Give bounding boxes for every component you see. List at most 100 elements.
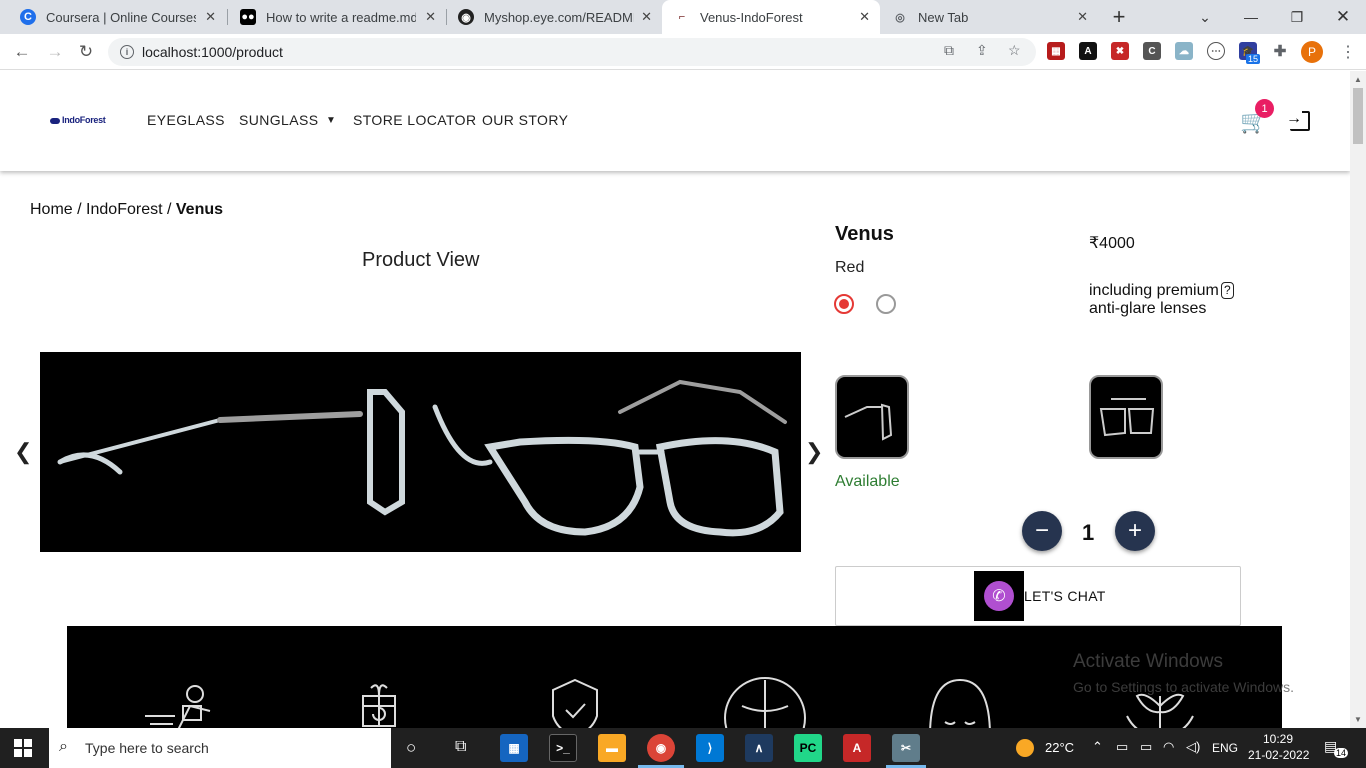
lets-chat-button[interactable]: ✆ LET'S CHAT — [835, 566, 1241, 626]
decrease-quantity-button[interactable]: − — [1022, 511, 1062, 551]
close-icon[interactable]: ✕ — [205, 9, 216, 25]
reload-icon[interactable]: ↻ — [74, 40, 98, 64]
product-name: Venus — [835, 223, 894, 245]
profile-avatar[interactable]: P — [1301, 41, 1323, 63]
product-view-title: Product View — [362, 249, 480, 271]
taskbar-search-box[interactable]: ⌕ Type here to search — [49, 728, 391, 768]
github-icon: ◉ — [458, 9, 474, 25]
pycharm-icon[interactable]: PC — [794, 734, 822, 762]
windows-start-icon[interactable] — [14, 739, 32, 757]
share-icon[interactable]: ⇪ — [976, 42, 988, 59]
tab-coursera[interactable]: C Coursera | Online Courses & Cre ✕ — [8, 0, 226, 34]
extension-icon-3[interactable]: ✖ — [1111, 42, 1129, 60]
tab-github[interactable]: ◉ Myshop.eye.com/README.md at ✕ — [446, 0, 662, 34]
gift-return-icon — [362, 684, 396, 727]
store-icon[interactable]: ▦ — [500, 734, 528, 762]
close-icon[interactable]: ✕ — [425, 9, 436, 25]
nav-store-locator[interactable]: STORE LOCATOR — [353, 112, 476, 128]
product-color: Red — [835, 259, 865, 276]
page-scrollbar[interactable]: ▲ ▼ — [1350, 71, 1366, 728]
puzzle-extensions-icon[interactable]: ✚ — [1271, 42, 1289, 60]
close-window-button[interactable]: ✕ — [1320, 0, 1366, 34]
battery-icon[interactable]: ▭ — [1140, 739, 1152, 755]
breadcrumb: Home / IndoForest / Venus — [30, 201, 224, 218]
product-price: ₹4000 — [1089, 235, 1135, 252]
weather-sun-icon[interactable] — [1016, 739, 1034, 757]
tray-chevron-icon[interactable]: ⌃ — [1092, 739, 1103, 755]
new-tab-button[interactable]: + — [1096, 0, 1142, 34]
bookmark-star-icon[interactable]: ☆ — [1008, 42, 1021, 59]
delivery-icon — [145, 685, 211, 728]
whatsapp-icon: ✆ — [974, 571, 1024, 621]
breadcrumb-brand[interactable]: IndoForest — [86, 201, 162, 218]
forward-arrow-icon[interactable]: → — [43, 40, 67, 64]
color-radio-alt[interactable] — [876, 294, 896, 314]
url-bar[interactable]: i localhost:1000/product — [108, 38, 1036, 66]
nav-eyeglass[interactable]: EYEGLASS — [147, 112, 225, 128]
coursera-icon: C — [20, 9, 36, 25]
help-icon[interactable]: ? — [1220, 282, 1234, 300]
extension-icon-2[interactable]: A — [1079, 42, 1097, 60]
color-radio-red[interactable] — [834, 294, 854, 314]
tab-search-chevron-icon[interactable]: ⌄ — [1182, 0, 1228, 34]
cortana-icon[interactable]: ○ — [406, 738, 416, 758]
matlab-icon[interactable]: ∧ — [745, 734, 773, 762]
site-logo[interactable]: IndoForest — [50, 115, 106, 125]
availability-status: Available — [835, 473, 900, 490]
tab-medium[interactable]: ●● How to write a readme.md file? ( ✕ — [228, 0, 446, 34]
network-tray-icon[interactable]: ▭ — [1116, 739, 1128, 755]
back-arrow-icon[interactable]: ← — [10, 40, 34, 64]
windows-taskbar: ⌕ Type here to search ○ ⧉ ▦ >_ ▬ ◉ ⟩ ∧ P… — [0, 728, 1366, 768]
tab-venus-active[interactable]: ⌐ Venus-IndoForest ✕ — [662, 0, 880, 34]
maximize-button[interactable]: ❐ — [1274, 0, 1320, 34]
product-thumbnail-1[interactable] — [835, 375, 909, 459]
close-icon[interactable]: ✕ — [641, 9, 652, 25]
globe-hands-icon — [724, 677, 806, 728]
open-external-icon[interactable]: ⧉ — [944, 42, 954, 59]
product-thumbnail-2[interactable] — [1089, 375, 1163, 459]
logout-icon[interactable] — [1286, 109, 1310, 131]
carousel-prev-icon[interactable]: ❮ — [14, 439, 32, 465]
product-image-carousel — [40, 352, 801, 552]
chrome-taskbar-icon[interactable]: ◉ — [647, 734, 675, 762]
shield-check-icon — [552, 678, 598, 728]
extension-icon-6[interactable]: ⋯ — [1207, 42, 1225, 60]
extension-icon-4[interactable]: C — [1143, 42, 1161, 60]
quantity-value: 1 — [1082, 520, 1095, 545]
increase-quantity-button[interactable]: + — [1115, 511, 1155, 551]
medium-icon: ●● — [240, 9, 256, 25]
site-header: IndoForest EYEGLASS SUNGLASS ▼ STORE LOC… — [0, 71, 1350, 171]
site-info-icon[interactable]: i — [120, 45, 134, 59]
browser-tabbar: C Coursera | Online Courses & Cre ✕ ●● H… — [0, 0, 1366, 34]
page-viewport: IndoForest EYEGLASS SUNGLASS ▼ STORE LOC… — [0, 71, 1350, 728]
task-view-icon[interactable]: ⧉ — [455, 738, 466, 756]
close-icon[interactable]: ✕ — [859, 9, 870, 25]
minimize-button[interactable]: — — [1228, 0, 1274, 34]
windows-activation-watermark: Activate Windows Go to Settings to activ… — [1073, 651, 1294, 695]
extension-icon-5[interactable]: ☁ — [1175, 42, 1193, 60]
volume-icon[interactable]: ◁) — [1186, 739, 1200, 755]
glasses-favicon: ⌐ — [678, 11, 686, 23]
file-explorer-icon[interactable]: ▬ — [598, 734, 626, 762]
nav-sunglass[interactable]: SUNGLASS — [239, 112, 318, 128]
lens-info: including premium? anti-glare lenses — [1089, 282, 1249, 318]
snipping-tool-icon[interactable]: ✂ — [892, 734, 920, 762]
carousel-next-icon[interactable]: ❯ — [805, 439, 823, 465]
wifi-icon[interactable]: ◠ — [1163, 739, 1174, 755]
chrome-icon: ◎ — [895, 11, 905, 24]
search-icon: ⌕ — [59, 738, 68, 755]
woman-face-icon — [929, 678, 991, 728]
nav-our-story[interactable]: OUR STORY — [482, 112, 568, 128]
breadcrumb-home[interactable]: Home — [30, 201, 73, 218]
cart-count-badge: 1 — [1255, 99, 1274, 118]
browser-menu-icon[interactable]: ⋮ — [1340, 42, 1356, 62]
terminal-icon[interactable]: >_ — [549, 734, 577, 762]
vscode-icon[interactable]: ⟩ — [696, 734, 724, 762]
acrobat-icon[interactable]: A — [843, 734, 871, 762]
close-icon[interactable]: ✕ — [1077, 9, 1088, 25]
caret-down-icon[interactable]: ▼ — [326, 115, 336, 126]
extension-icon-1[interactable]: ▦ — [1047, 42, 1065, 60]
breadcrumb-current: Venus — [175, 201, 224, 218]
address-toolbar: ← → ↻ i localhost:1000/product ⧉ ⇪ ☆ ▦ A… — [0, 34, 1366, 70]
tab-new-tab[interactable]: ◎ New Tab ✕ — [880, 0, 1098, 34]
